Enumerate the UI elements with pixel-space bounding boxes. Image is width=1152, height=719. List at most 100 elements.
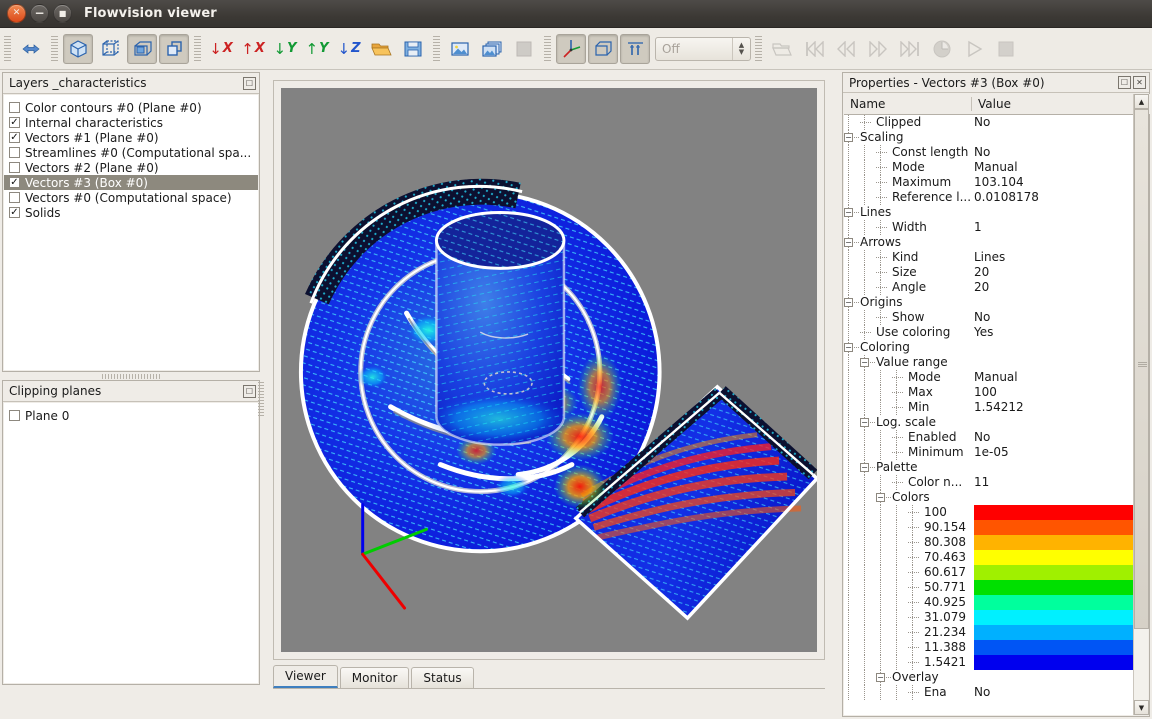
list-item[interactable]: Color contours #0 (Plane #0) bbox=[4, 100, 258, 115]
property-row[interactable]: Max 100 bbox=[844, 385, 1134, 400]
layer-checkbox[interactable]: ✓ bbox=[9, 177, 20, 188]
property-value-cell[interactable]: No bbox=[972, 685, 1134, 700]
toolbar-grip-display[interactable] bbox=[544, 35, 551, 62]
go-to-end-button[interactable] bbox=[895, 34, 925, 64]
property-row[interactable]: 70.463 bbox=[844, 550, 1134, 565]
property-row[interactable]: Maximum 103.104 bbox=[844, 175, 1134, 190]
render-viewport[interactable] bbox=[281, 88, 817, 652]
property-row[interactable]: − Overlay bbox=[844, 670, 1134, 685]
property-value-cell[interactable] bbox=[972, 565, 1134, 580]
layer-checkbox[interactable] bbox=[9, 147, 20, 158]
property-value-cell[interactable]: Yes bbox=[972, 325, 1134, 340]
snapshot-button[interactable] bbox=[445, 34, 475, 64]
property-row[interactable]: 100 bbox=[844, 505, 1134, 520]
animation-mode-combo[interactable]: Off ▲ ▼ bbox=[655, 36, 751, 61]
scroll-up-button[interactable]: ▲ bbox=[1134, 94, 1149, 109]
palette-color-swatch[interactable] bbox=[974, 580, 1134, 595]
property-row[interactable]: 90.154 bbox=[844, 520, 1134, 535]
stop-button[interactable] bbox=[991, 34, 1021, 64]
palette-color-swatch[interactable] bbox=[974, 565, 1134, 580]
property-value-cell[interactable]: 1 bbox=[972, 220, 1134, 235]
property-value-cell[interactable] bbox=[972, 550, 1134, 565]
save-image-button[interactable] bbox=[398, 34, 428, 64]
list-item[interactable]: Vectors #2 (Plane #0) bbox=[4, 160, 258, 175]
layer-checkbox[interactable]: ✓ bbox=[9, 132, 20, 143]
toolbar-grip[interactable] bbox=[4, 35, 11, 62]
show-axes-button[interactable] bbox=[556, 33, 586, 64]
property-row[interactable]: − Palette bbox=[844, 460, 1134, 475]
property-row[interactable]: Color n... 11 bbox=[844, 475, 1134, 490]
stop-capture-button[interactable] bbox=[509, 34, 539, 64]
tree-collapse-toggle[interactable]: − bbox=[860, 418, 869, 427]
palette-color-swatch[interactable] bbox=[974, 655, 1134, 670]
layer-checkbox[interactable] bbox=[9, 162, 20, 173]
shaded-plane-button[interactable] bbox=[127, 33, 157, 64]
property-value-cell[interactable]: 11 bbox=[972, 475, 1134, 490]
property-value-cell[interactable]: 1.54212 bbox=[972, 400, 1134, 415]
property-value-cell[interactable]: Manual bbox=[972, 160, 1134, 175]
view-minus-z-button[interactable]: ↓ Z bbox=[334, 34, 364, 64]
property-row[interactable]: 31.079 bbox=[844, 610, 1134, 625]
property-row[interactable]: − Arrows bbox=[844, 235, 1134, 250]
clipping-panel-float-icon[interactable]: ☐ bbox=[243, 384, 256, 398]
solid-view-button[interactable] bbox=[63, 33, 93, 64]
layer-checkbox[interactable] bbox=[9, 102, 20, 113]
layers-list[interactable]: Color contours #0 (Plane #0) ✓ Internal … bbox=[4, 95, 258, 370]
list-item[interactable]: Streamlines #0 (Computational spa... bbox=[4, 145, 258, 160]
property-row[interactable]: Mode Manual bbox=[844, 370, 1134, 385]
fit-to-window-button[interactable] bbox=[16, 34, 46, 64]
property-row[interactable]: Size 20 bbox=[844, 265, 1134, 280]
tree-collapse-toggle[interactable]: − bbox=[876, 673, 885, 682]
toolbar-grip-capture[interactable] bbox=[433, 35, 440, 62]
tree-collapse-toggle[interactable]: − bbox=[844, 208, 853, 217]
layer-checkbox[interactable]: ✓ bbox=[9, 117, 20, 128]
palette-color-swatch[interactable] bbox=[974, 505, 1134, 520]
scroll-thumb[interactable] bbox=[1134, 109, 1149, 629]
plane-checkbox[interactable] bbox=[9, 410, 20, 421]
close-window-button[interactable]: ✕ bbox=[7, 4, 26, 23]
property-value-cell[interactable] bbox=[972, 595, 1134, 610]
wireframe-view-button[interactable] bbox=[95, 34, 125, 64]
go-to-start-button[interactable] bbox=[799, 34, 829, 64]
property-value-cell[interactable] bbox=[972, 625, 1134, 640]
layer-checkbox[interactable]: ✓ bbox=[9, 207, 20, 218]
property-row[interactable]: − Origins bbox=[844, 295, 1134, 310]
property-value-cell[interactable]: 1e-05 bbox=[972, 445, 1134, 460]
property-row[interactable]: Minimum 1e-05 bbox=[844, 445, 1134, 460]
list-item[interactable]: Plane 0 bbox=[4, 408, 258, 423]
properties-float-icon[interactable]: ☐ bbox=[1118, 76, 1131, 89]
property-value-cell[interactable]: 20 bbox=[972, 280, 1134, 295]
copy-view-button[interactable] bbox=[159, 33, 189, 64]
view-plus-x-button[interactable]: ↑ X bbox=[238, 34, 268, 64]
property-value-cell[interactable] bbox=[972, 535, 1134, 550]
sequence-button[interactable] bbox=[477, 34, 507, 64]
step-forward-button[interactable] bbox=[863, 34, 893, 64]
tree-collapse-toggle[interactable]: − bbox=[876, 493, 885, 502]
close-icon[interactable]: ✕ bbox=[1133, 76, 1146, 89]
tab-status[interactable]: Status bbox=[411, 667, 474, 688]
tree-collapse-toggle[interactable]: − bbox=[860, 463, 869, 472]
property-row[interactable]: 60.617 bbox=[844, 565, 1134, 580]
property-row[interactable]: Mode Manual bbox=[844, 160, 1134, 175]
maximize-window-button[interactable]: ■ bbox=[53, 4, 72, 23]
palette-color-swatch[interactable] bbox=[974, 520, 1134, 535]
toolbar-grip-view-mode[interactable] bbox=[51, 35, 58, 62]
toolbar-grip-playback[interactable] bbox=[755, 35, 762, 62]
property-row[interactable]: Min 1.54212 bbox=[844, 400, 1134, 415]
viewer-splitter[interactable] bbox=[258, 382, 264, 418]
palette-color-swatch[interactable] bbox=[974, 625, 1134, 640]
properties-tree[interactable]: Clipped No − Scaling Const length No Mode Manua… bbox=[844, 115, 1135, 715]
property-value-cell[interactable] bbox=[972, 610, 1134, 625]
palette-color-swatch[interactable] bbox=[974, 535, 1134, 550]
property-value-cell[interactable]: 20 bbox=[972, 265, 1134, 280]
property-value-cell[interactable] bbox=[972, 520, 1134, 535]
property-value-cell[interactable] bbox=[972, 655, 1134, 670]
scroll-down-button[interactable]: ▼ bbox=[1134, 700, 1149, 715]
tree-collapse-toggle[interactable]: − bbox=[860, 358, 869, 367]
property-row[interactable]: Const length No bbox=[844, 145, 1134, 160]
property-value-cell[interactable] bbox=[972, 640, 1134, 655]
property-row[interactable]: Enabled No bbox=[844, 430, 1134, 445]
property-row[interactable]: Width 1 bbox=[844, 220, 1134, 235]
property-value-cell[interactable]: Manual bbox=[972, 370, 1134, 385]
property-row[interactable]: − Value range bbox=[844, 355, 1134, 370]
